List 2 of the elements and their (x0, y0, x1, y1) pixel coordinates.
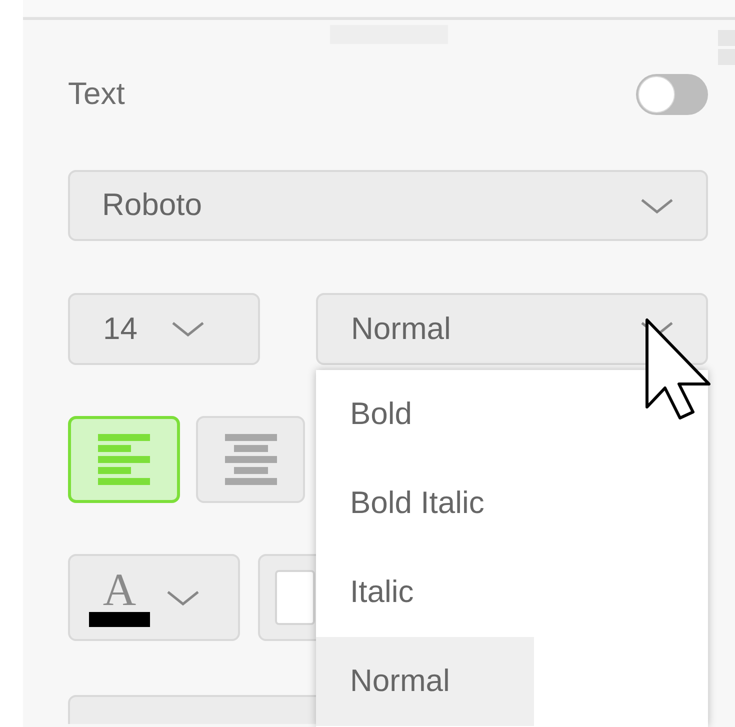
text-color-glyph: A (102, 568, 136, 612)
section-title: Text (68, 75, 125, 114)
